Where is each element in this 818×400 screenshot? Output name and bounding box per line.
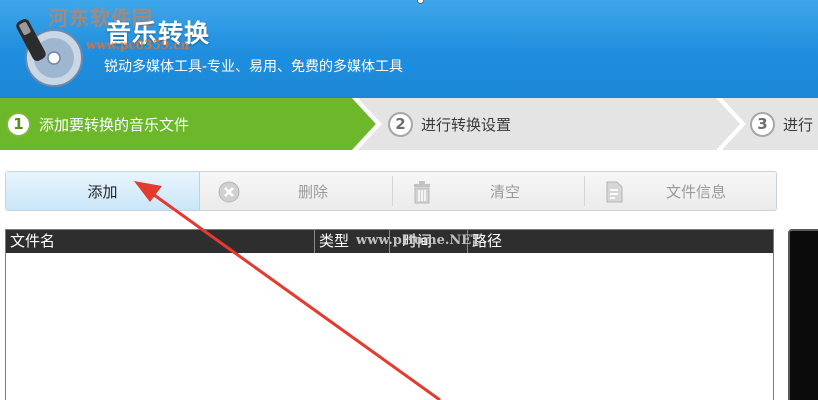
watermark-url: www.pc0359.cn [86,38,190,52]
file-list-header: 文件名 类型 时间 路径 www.pHome.NET [6,230,773,253]
add-button[interactable]: 添加 [6,172,200,210]
app-subtitle: 锐动多媒体工具-专业、易用、免费的多媒体工具 [104,59,404,75]
preview-pane [788,229,818,400]
step-1-number: 1 [6,111,31,137]
app-header: 河东软件园 音乐转换 www.pc0359.cn 锐动多媒体工具-专业、易用、免… [0,0,818,98]
step-1[interactable]: 1 添加要转换的音乐文件 [6,98,189,150]
step-2[interactable]: 2 进行转换设置 [388,98,511,150]
file-info-icon[interactable] [602,180,626,204]
trash-icon[interactable] [410,180,434,204]
step-3[interactable]: 3 进行 [750,98,813,150]
column-header-filename[interactable]: 文件名 [6,230,315,253]
delete-icon[interactable] [217,180,241,204]
app-window: 河东软件园 音乐转换 www.pc0359.cn 锐动多媒体工具-专业、易用、免… [0,0,818,400]
delete-button[interactable]: 删除 [298,181,328,202]
step-2-label: 进行转换设置 [421,115,512,134]
step-1-label: 添加要转换的音乐文件 [39,115,190,134]
clear-button[interactable]: 清空 [490,181,520,202]
file-toolbar: 添加 删除 清空 文件信息 [5,171,777,211]
file-list-table[interactable]: 文件名 类型 时间 路径 www.pHome.NET [5,229,774,400]
toolbar-divider [392,176,393,206]
toolbar-divider [584,176,585,206]
step-3-label: 进行 [783,115,814,134]
step-bar: 1 添加要转换的音乐文件 2 进行转换设置 3 进行 [0,98,818,150]
step-2-number: 2 [388,111,413,137]
column-header-path[interactable]: 路径 [468,230,773,253]
window-dot-icon [417,0,424,4]
step-3-number: 3 [750,111,775,137]
header-watermark: www.pHome.NET [356,233,481,248]
file-info-button[interactable]: 文件信息 [666,181,726,202]
add-button-label: 添加 [87,182,118,201]
